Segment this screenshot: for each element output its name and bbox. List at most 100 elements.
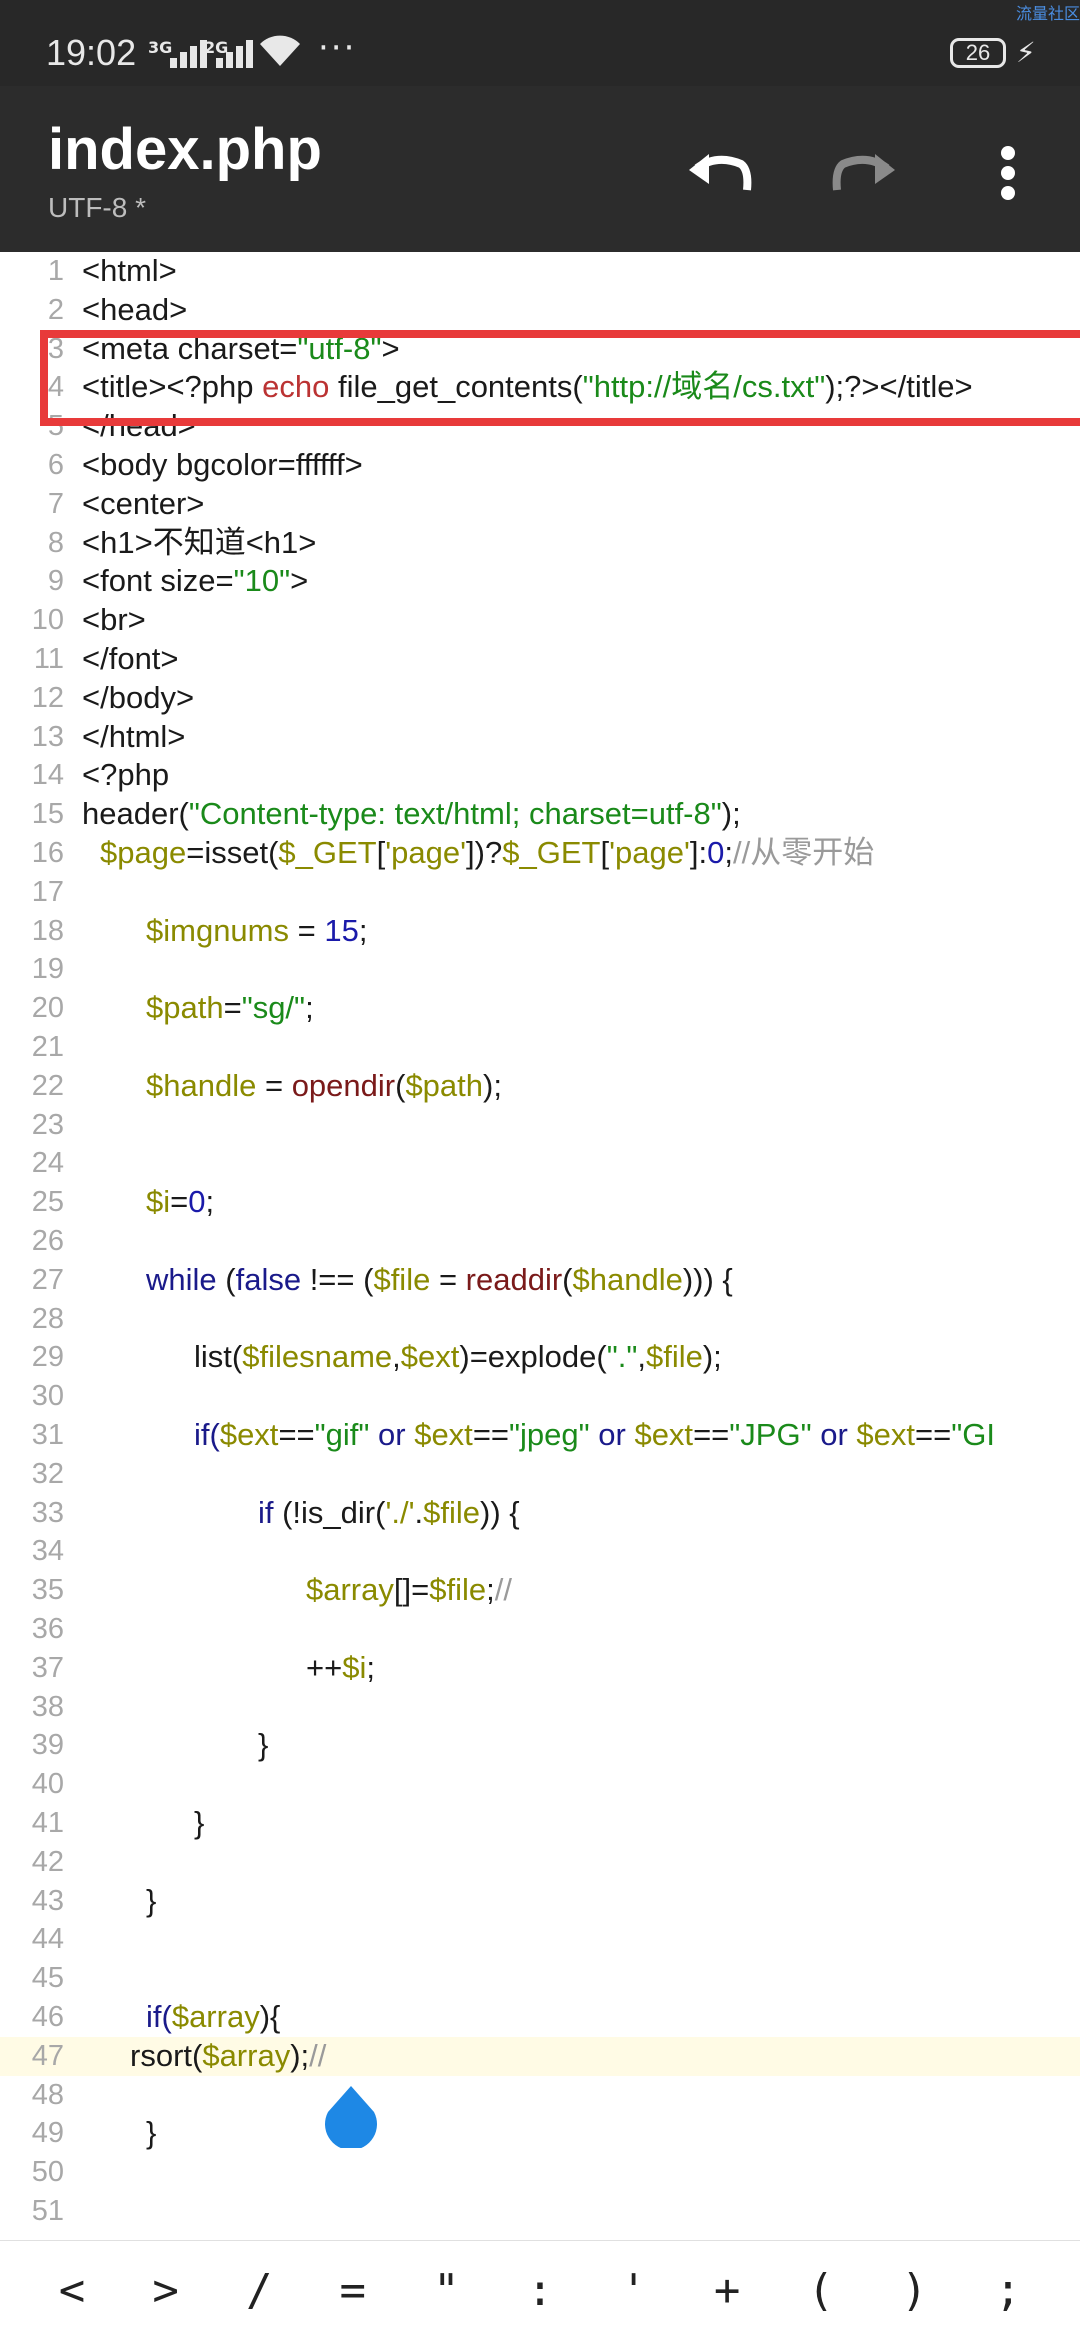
code-line[interactable]: 33 if (!is_dir('./'.$file)) { bbox=[0, 1494, 1080, 1533]
code-line[interactable]: 11 </font> bbox=[0, 640, 1080, 679]
key-slash[interactable]: / bbox=[219, 2265, 299, 2316]
code-line[interactable]: 14 <?php bbox=[0, 756, 1080, 795]
code-text: rsort($array);// bbox=[130, 2037, 327, 2073]
code-line[interactable]: 43} bbox=[0, 1882, 1080, 1921]
code-line[interactable]: 13 </html> bbox=[0, 718, 1080, 757]
code-line[interactable]: 29 list($filesname,$ext)=explode(".",$fil… bbox=[0, 1338, 1080, 1377]
line-number: 41 bbox=[31, 1807, 64, 1839]
code-editor[interactable]: 1 <html> 2 <head> 3 <meta charset="utf-8"> … bbox=[0, 252, 1080, 2240]
code-line[interactable]: 32 bbox=[0, 1455, 1080, 1494]
code-text: <br> bbox=[82, 602, 146, 638]
code-line[interactable]: 7 <center> bbox=[0, 485, 1080, 524]
code-line[interactable]: 31 if($ext=="gif" or $ext=="jpeg" or $ext… bbox=[0, 1416, 1080, 1455]
code-text: <font size="10"> bbox=[82, 563, 309, 599]
line-number: 20 bbox=[31, 992, 64, 1025]
code-line[interactable]: 25 $i=0; bbox=[0, 1183, 1080, 1222]
code-text: $handle = opendir($path); bbox=[146, 1067, 502, 1103]
code-line[interactable]: 40 bbox=[0, 1765, 1080, 1804]
code-line[interactable]: 42 bbox=[0, 1843, 1080, 1882]
code-line[interactable]: 50 bbox=[0, 2153, 1080, 2192]
highlight-box bbox=[40, 330, 1080, 426]
code-line[interactable]: 27 while (false !== ($file = readdir($han… bbox=[0, 1261, 1080, 1300]
code-line[interactable]: 6 <body bgcolor=ffffff> bbox=[0, 446, 1080, 485]
line-number: 7 bbox=[47, 487, 64, 520]
code-line[interactable]: 45 bbox=[0, 1959, 1080, 1998]
code-text: $i=0; bbox=[146, 1184, 215, 1220]
code-line[interactable]: 48 bbox=[0, 2076, 1080, 2115]
key-close-paren[interactable]: ) bbox=[874, 2265, 954, 2316]
code-line[interactable]: 2 <head> bbox=[0, 291, 1080, 330]
line-number: 39 bbox=[31, 1729, 64, 1762]
code-text: if($ext=="gif" or $ext=="jpeg" or $ext==… bbox=[194, 1417, 995, 1452]
battery-icon: 26 bbox=[950, 38, 1006, 68]
more-vert-icon bbox=[1001, 146, 1015, 200]
line-number: 49 bbox=[31, 2117, 64, 2150]
code-line[interactable]: 8 <h1>不知道<h1> bbox=[0, 524, 1080, 563]
code-line[interactable]: 46 if($array){ bbox=[0, 1998, 1080, 2037]
code-line[interactable]: 18 $imgnums = 15; bbox=[0, 912, 1080, 951]
line-number: 51 bbox=[31, 2195, 64, 2227]
key-plus[interactable]: + bbox=[687, 2265, 767, 2316]
code-line[interactable]: 44 bbox=[0, 1920, 1080, 1959]
line-number: 19 bbox=[31, 953, 64, 986]
code-text: $imgnums = 15; bbox=[146, 912, 368, 948]
code-line[interactable]: 23 bbox=[0, 1106, 1080, 1145]
watermark-text: 流量社区 bbox=[1015, 4, 1080, 23]
code-line[interactable]: 30 bbox=[0, 1377, 1080, 1416]
undo-icon bbox=[689, 154, 752, 191]
line-number: 36 bbox=[31, 1613, 64, 1645]
code-line[interactable]: 39} bbox=[0, 1726, 1080, 1765]
code-line[interactable]: 35 $array[]=$file;// bbox=[0, 1571, 1080, 1610]
symbol-key-bar: < > / = " : ' + ( ) ; bbox=[0, 2240, 1080, 2340]
code-line[interactable]: 12 </body> bbox=[0, 679, 1080, 718]
code-line[interactable]: 21 bbox=[0, 1028, 1080, 1067]
code-line[interactable]: 36 bbox=[0, 1610, 1080, 1649]
line-number: 44 bbox=[31, 1923, 64, 1956]
network-type-1-label: 3G bbox=[148, 38, 173, 57]
code-line[interactable]: 10 <br> bbox=[0, 601, 1080, 640]
code-line[interactable]: 16 $page=isset($_GET['page'])?$_GET['page… bbox=[0, 834, 1080, 873]
code-line[interactable]: 24 bbox=[0, 1144, 1080, 1183]
key-less-than[interactable]: < bbox=[32, 2265, 112, 2316]
code-line[interactable]: 20 $path="sg/"; bbox=[0, 989, 1080, 1028]
code-line[interactable]: 41} bbox=[0, 1804, 1080, 1843]
line-number: 34 bbox=[31, 1535, 64, 1568]
undo-button[interactable] bbox=[680, 138, 760, 208]
code-line[interactable]: 26 bbox=[0, 1222, 1080, 1261]
code-text: } bbox=[146, 1882, 157, 1918]
code-line[interactable]: 22 $handle = opendir($path); bbox=[0, 1067, 1080, 1106]
line-number: 9 bbox=[47, 565, 64, 598]
code-line[interactable]: 1 <html> bbox=[0, 252, 1080, 291]
code-line[interactable]: 34 bbox=[0, 1532, 1080, 1571]
code-line[interactable]: 28 bbox=[0, 1300, 1080, 1339]
code-line[interactable]: 9 <font size="10"> bbox=[0, 562, 1080, 601]
code-line[interactable]: 51 bbox=[0, 2192, 1080, 2231]
code-line[interactable]: 17 bbox=[0, 873, 1080, 912]
code-text: header("Content-type: text/html; charset… bbox=[82, 796, 741, 832]
code-line[interactable]: 19 bbox=[0, 950, 1080, 989]
code-text: <?php bbox=[82, 757, 170, 793]
key-double-quote[interactable]: " bbox=[406, 2265, 486, 2316]
code-line[interactable]: 49} bbox=[0, 2114, 1080, 2153]
code-text: while (false !== ($file = readdir($handl… bbox=[146, 1261, 733, 1297]
code-line[interactable]: 15 header("Content-type: text/html; chars… bbox=[0, 795, 1080, 834]
code-line[interactable]: 38 bbox=[0, 1688, 1080, 1727]
code-text: $page=isset($_GET['page'])?$_GET['page']… bbox=[100, 835, 875, 870]
redo-button[interactable] bbox=[824, 138, 904, 208]
code-text: if($array){ bbox=[146, 1999, 281, 2034]
key-open-paren[interactable]: ( bbox=[781, 2265, 861, 2316]
line-number: 38 bbox=[31, 1690, 64, 1723]
line-number: 29 bbox=[31, 1341, 64, 1374]
key-semicolon[interactable]: ; bbox=[968, 2265, 1048, 2316]
current-code-line[interactable]: 47 rsort($array);// bbox=[0, 2036, 1080, 2076]
overflow-menu-button[interactable] bbox=[968, 138, 1048, 208]
code-line[interactable]: 37 ++$i; bbox=[0, 1649, 1080, 1688]
key-colon[interactable]: : bbox=[500, 2265, 580, 2316]
key-single-quote[interactable]: ' bbox=[594, 2265, 674, 2316]
cursor-handle-icon[interactable] bbox=[320, 2086, 382, 2148]
line-number: 30 bbox=[31, 1380, 64, 1413]
key-equals[interactable]: = bbox=[313, 2265, 393, 2316]
line-number: 32 bbox=[31, 1457, 64, 1490]
code-text: } bbox=[194, 1805, 205, 1840]
key-greater-than[interactable]: > bbox=[126, 2265, 206, 2316]
